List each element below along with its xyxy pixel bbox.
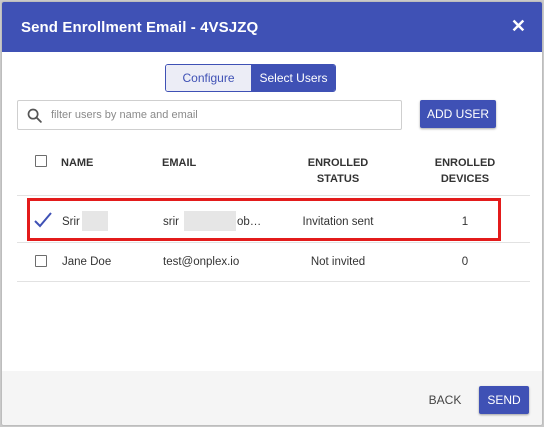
row-divider <box>17 281 530 282</box>
header-divider <box>17 195 530 196</box>
column-header-label: ENROLLED <box>307 157 369 169</box>
user-email: test@onplex.io <box>163 256 240 268</box>
search-icon <box>27 108 42 123</box>
back-button[interactable]: BACK <box>420 386 470 414</box>
column-header-email[interactable]: EMAIL <box>162 155 196 171</box>
send-button[interactable]: SEND <box>479 386 529 414</box>
user-name: Jane Doe <box>62 256 112 268</box>
dialog-header: Send Enrollment Email - 4VSJZQ ✕ <box>2 2 542 52</box>
enrolled-devices: 0 <box>461 256 469 268</box>
row-highlight-box <box>27 198 501 241</box>
dialog-title: Send Enrollment Email - 4VSJZQ <box>21 19 259 36</box>
search-input[interactable] <box>49 108 373 122</box>
column-header-label: STATUS <box>316 173 360 185</box>
column-header-enrolled-status[interactable]: ENROLLED STATUS <box>298 155 378 187</box>
column-header-label: DEVICES <box>440 173 490 185</box>
tab-select-users[interactable]: Select Users <box>252 65 335 91</box>
close-icon[interactable]: ✕ <box>511 16 526 36</box>
column-header-enrolled-devices[interactable]: ENROLLED DEVICES <box>425 155 505 187</box>
add-user-button[interactable]: ADD USER <box>420 100 496 128</box>
column-header-label: ENROLLED <box>434 157 496 169</box>
column-header-name[interactable]: NAME <box>61 155 93 171</box>
enrolled-status: Not invited <box>310 256 366 268</box>
search-box <box>17 100 402 130</box>
view-toggle: Configure Email Select Users <box>165 64 336 92</box>
row-checkbox[interactable] <box>35 255 47 267</box>
enrollment-dialog: Send Enrollment Email - 4VSJZQ ✕ Configu… <box>1 1 543 426</box>
row-divider <box>17 242 530 243</box>
select-all-checkbox[interactable] <box>35 155 47 167</box>
tab-configure-email[interactable]: Configure Email <box>166 65 252 91</box>
